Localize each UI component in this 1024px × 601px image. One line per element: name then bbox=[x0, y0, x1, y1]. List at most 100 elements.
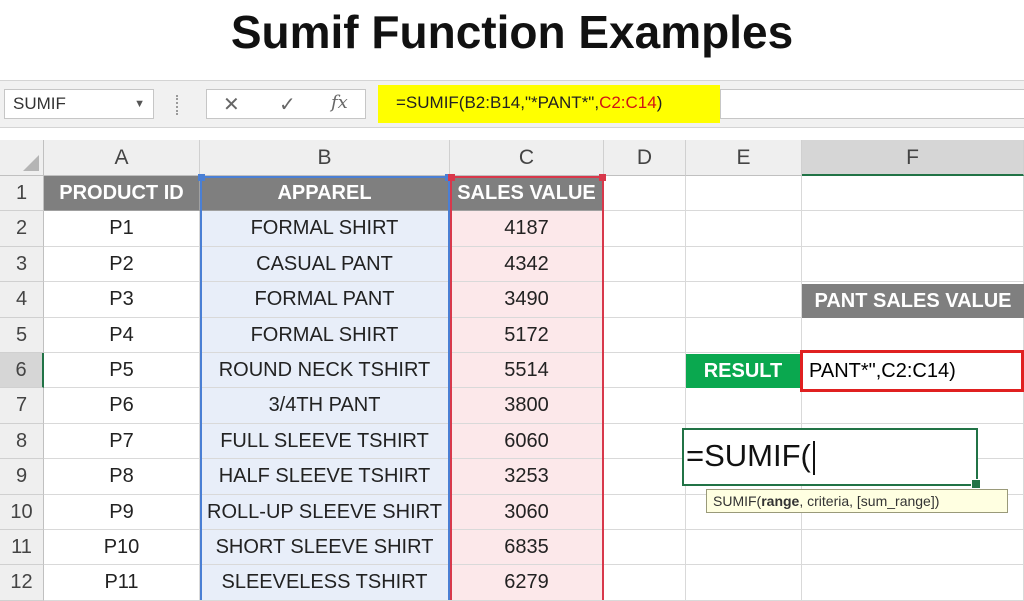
cell-a5[interactable]: P4 bbox=[44, 317, 200, 353]
cell-a4[interactable]: P3 bbox=[44, 282, 200, 318]
cell-b11[interactable]: SHORT SLEEVE SHIRT bbox=[200, 530, 450, 566]
cell-f5[interactable] bbox=[802, 317, 1024, 353]
cell-d10[interactable] bbox=[604, 494, 686, 530]
cell-e5[interactable] bbox=[686, 317, 802, 353]
column-header-f[interactable]: F bbox=[802, 140, 1024, 176]
result-label: RESULT bbox=[686, 354, 800, 388]
cell-c5[interactable]: 5172 bbox=[450, 317, 604, 353]
cell-d7[interactable] bbox=[604, 388, 686, 424]
table-header-cell[interactable]: PRODUCT ID bbox=[44, 176, 200, 212]
cell-a7[interactable]: P6 bbox=[44, 388, 200, 424]
tooltip-arg-range[interactable]: range bbox=[761, 493, 799, 509]
fill-handle[interactable] bbox=[971, 479, 981, 489]
row-header-10[interactable]: 10 bbox=[0, 494, 44, 530]
confirm-icon[interactable]: ✓ bbox=[279, 92, 296, 117]
cell-a10[interactable]: P9 bbox=[44, 494, 200, 530]
tooltip-rest: , criteria, [sum_range]) bbox=[799, 493, 940, 509]
name-box[interactable]: SUMIF ▼ bbox=[4, 89, 154, 119]
row-header-12[interactable]: 12 bbox=[0, 565, 44, 601]
cell-b5[interactable]: FORMAL SHIRT bbox=[200, 317, 450, 353]
cell-d11[interactable] bbox=[604, 530, 686, 566]
cell-e3[interactable] bbox=[686, 246, 802, 283]
cell-f2[interactable] bbox=[802, 211, 1024, 247]
cell-e12[interactable] bbox=[686, 565, 802, 601]
cell-a6[interactable]: P5 bbox=[44, 353, 200, 389]
drag-handle[interactable] bbox=[176, 95, 181, 115]
formula-input[interactable]: =SUMIF(B2:B14,"*PANT*",C2:C14) bbox=[378, 85, 720, 123]
row-header-9[interactable]: 9 bbox=[0, 459, 44, 495]
column-header-e[interactable]: E bbox=[686, 140, 802, 176]
formula-bar: SUMIF ▼ ✕ ✓ fx =SUMIF(B2:B14,"*PANT*",C2… bbox=[0, 80, 1024, 128]
cell-d4[interactable] bbox=[604, 282, 686, 318]
column-header-c[interactable]: C bbox=[450, 140, 604, 176]
column-header-b[interactable]: B bbox=[200, 140, 450, 176]
cell-b2[interactable]: FORMAL SHIRT bbox=[200, 211, 450, 247]
cell-b7[interactable]: 3/4TH PANT bbox=[200, 388, 450, 424]
cell-c11[interactable]: 6835 bbox=[450, 530, 604, 566]
fx-icon[interactable]: fx bbox=[331, 92, 348, 113]
cell-e2[interactable] bbox=[686, 211, 802, 247]
cell-a12[interactable]: P11 bbox=[44, 565, 200, 601]
cell-f3[interactable] bbox=[802, 246, 1024, 283]
cell-f12[interactable] bbox=[802, 565, 1024, 601]
cell-d2[interactable] bbox=[604, 211, 686, 247]
cell-editor[interactable]: =SUMIF( bbox=[682, 428, 981, 489]
cell-c12[interactable]: 6279 bbox=[450, 565, 604, 601]
cell-f7[interactable] bbox=[802, 388, 1024, 424]
cell-e1[interactable] bbox=[686, 176, 802, 212]
cell-e7[interactable] bbox=[686, 388, 802, 424]
cell-b8[interactable]: FULL SLEEVE TSHIRT bbox=[200, 423, 450, 460]
cell-c6[interactable]: 5514 bbox=[450, 353, 604, 389]
row-header-1[interactable]: 1 bbox=[0, 176, 44, 212]
select-all-button[interactable] bbox=[0, 140, 44, 176]
row-header-6[interactable]: 6 bbox=[0, 353, 44, 389]
result-cell[interactable]: PANT*",C2:C14) bbox=[800, 350, 1024, 392]
row-header-2[interactable]: 2 bbox=[0, 211, 44, 247]
cell-d6[interactable] bbox=[604, 353, 686, 389]
cell-d8[interactable] bbox=[604, 423, 686, 460]
formula-text-part1: =SUMIF(B2:B14,"*PANT*", bbox=[396, 93, 600, 112]
table-header-cell[interactable]: SALES VALUE bbox=[450, 176, 604, 212]
cell-e11[interactable] bbox=[686, 530, 802, 566]
table-header-cell[interactable]: APPAREL bbox=[200, 176, 450, 212]
cancel-icon[interactable]: ✕ bbox=[223, 92, 240, 117]
cell-a8[interactable]: P7 bbox=[44, 423, 200, 460]
cell-f1[interactable] bbox=[802, 176, 1024, 212]
formula-input-rest[interactable] bbox=[720, 89, 1024, 119]
cell-d5[interactable] bbox=[604, 317, 686, 353]
cell-a9[interactable]: P8 bbox=[44, 459, 200, 495]
column-header-d[interactable]: D bbox=[604, 140, 686, 176]
cell-d3[interactable] bbox=[604, 246, 686, 283]
row-header-5[interactable]: 5 bbox=[0, 317, 44, 353]
cell-a2[interactable]: P1 bbox=[44, 211, 200, 247]
row-header-11[interactable]: 11 bbox=[0, 530, 44, 566]
cell-d12[interactable] bbox=[604, 565, 686, 601]
cell-b10[interactable]: ROLL-UP SLEEVE SHIRT bbox=[200, 494, 450, 530]
function-tooltip[interactable]: SUMIF(range, criteria, [sum_range]) bbox=[706, 489, 1008, 513]
cell-d1[interactable] bbox=[604, 176, 686, 212]
cell-c3[interactable]: 4342 bbox=[450, 246, 604, 283]
cell-b3[interactable]: CASUAL PANT bbox=[200, 246, 450, 283]
cell-c7[interactable]: 3800 bbox=[450, 388, 604, 424]
cell-c9[interactable]: 3253 bbox=[450, 459, 604, 495]
cell-c10[interactable]: 3060 bbox=[450, 494, 604, 530]
row-header-3[interactable]: 3 bbox=[0, 246, 44, 283]
cell-a11[interactable]: P10 bbox=[44, 530, 200, 566]
cell-b6[interactable]: ROUND NECK TSHIRT bbox=[200, 353, 450, 389]
row-header-8[interactable]: 8 bbox=[0, 423, 44, 460]
cell-e4[interactable] bbox=[686, 282, 802, 318]
cell-d9[interactable] bbox=[604, 459, 686, 495]
row-header-7[interactable]: 7 bbox=[0, 388, 44, 424]
column-header-a[interactable]: A bbox=[44, 140, 200, 176]
cell-b12[interactable]: SLEEVELESS TSHIRT bbox=[200, 565, 450, 601]
cell-a3[interactable]: P2 bbox=[44, 246, 200, 283]
cell-c2[interactable]: 4187 bbox=[450, 211, 604, 247]
row-header-4[interactable]: 4 bbox=[0, 282, 44, 318]
formula-text-part3: ) bbox=[656, 93, 663, 112]
cell-f11[interactable] bbox=[802, 530, 1024, 566]
cell-b9[interactable]: HALF SLEEVE TSHIRT bbox=[200, 459, 450, 495]
cell-c4[interactable]: 3490 bbox=[450, 282, 604, 318]
cell-b4[interactable]: FORMAL PANT bbox=[200, 282, 450, 318]
chevron-down-icon[interactable]: ▼ bbox=[134, 90, 145, 118]
cell-c8[interactable]: 6060 bbox=[450, 423, 604, 460]
